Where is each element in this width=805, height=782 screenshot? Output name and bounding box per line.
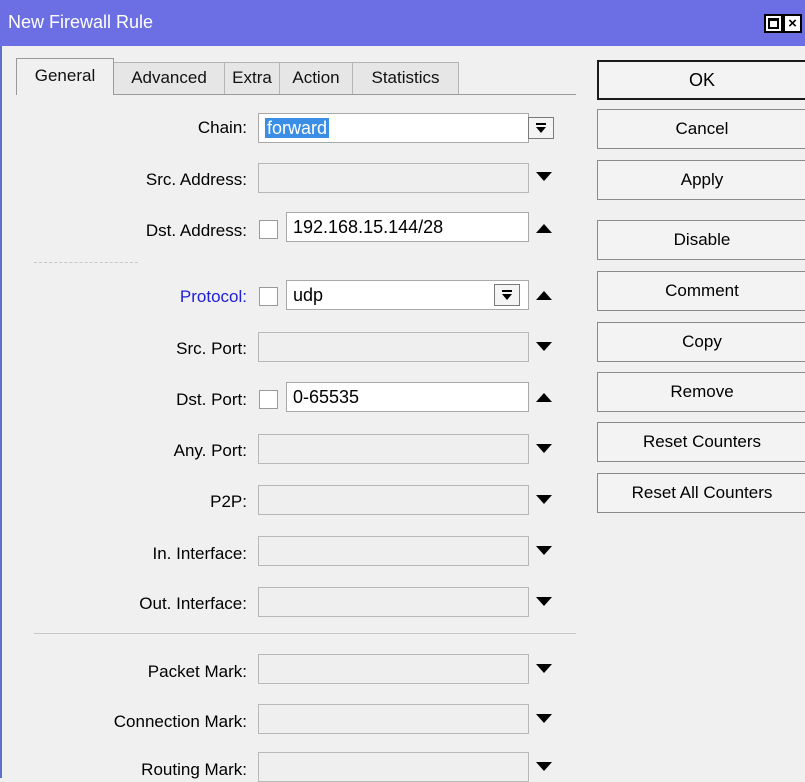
protocol-dropdown-icon[interactable] [494, 284, 520, 306]
cancel-button[interactable]: Cancel [597, 109, 805, 149]
connection-mark-label: Connection Mark: [113, 712, 247, 731]
protocol-label: Protocol: [179, 287, 247, 306]
tab-advanced[interactable]: Advanced [113, 62, 225, 94]
tab-extra[interactable]: Extra [224, 62, 280, 94]
copy-button[interactable]: Copy [597, 322, 805, 362]
remove-button[interactable]: Remove [597, 372, 805, 412]
reset-all-counters-button[interactable]: Reset All Counters [597, 473, 805, 513]
section-divider [34, 262, 138, 264]
packet-mark-expand-icon[interactable] [536, 664, 552, 673]
protocol-collapse-icon[interactable] [536, 291, 552, 300]
maximize-icon[interactable] [764, 14, 783, 33]
tab-action[interactable]: Action [279, 62, 353, 94]
src-port-label: Src. Port: [176, 339, 247, 358]
p2p-expand-icon[interactable] [536, 495, 552, 504]
src-port-field[interactable] [258, 332, 529, 362]
protocol-field[interactable]: udp [286, 280, 529, 310]
dst-port-label: Dst. Port: [176, 390, 247, 409]
dst-port-field[interactable]: 0-65535 [286, 382, 529, 412]
section-divider [34, 633, 576, 634]
dst-address-negate-checkbox[interactable] [259, 220, 278, 239]
routing-mark-label: Routing Mark: [141, 760, 247, 779]
disable-button[interactable]: Disable [597, 220, 805, 260]
packet-mark-label: Packet Mark: [147, 662, 247, 681]
close-icon[interactable]: × [783, 14, 802, 33]
p2p-label: P2P: [210, 492, 247, 511]
routing-mark-expand-icon[interactable] [536, 762, 552, 771]
any-port-expand-icon[interactable] [536, 444, 552, 453]
tab-general[interactable]: General [16, 58, 114, 95]
tab-statistics[interactable]: Statistics [352, 62, 459, 94]
p2p-field[interactable] [258, 485, 529, 515]
in-interface-expand-icon[interactable] [536, 546, 552, 555]
ok-button[interactable]: OK [597, 60, 805, 100]
protocol-negate-checkbox[interactable] [259, 287, 278, 306]
dst-address-field[interactable]: 192.168.15.144/28 [286, 212, 529, 242]
src-address-expand-icon[interactable] [536, 172, 552, 181]
window-border [0, 46, 2, 778]
in-interface-field[interactable] [258, 536, 529, 566]
src-address-field[interactable] [258, 163, 529, 193]
dst-address-label: Dst. Address: [145, 221, 247, 240]
any-port-label: Any. Port: [173, 441, 247, 460]
connection-mark-expand-icon[interactable] [536, 714, 552, 723]
chain-label: Chain: [197, 118, 247, 137]
out-interface-label: Out. Interface: [139, 594, 247, 613]
dst-port-collapse-icon[interactable] [536, 393, 552, 402]
title-bar: New Firewall Rule × [0, 0, 805, 46]
any-port-field[interactable] [258, 434, 529, 464]
dst-address-collapse-icon[interactable] [536, 224, 552, 233]
out-interface-expand-icon[interactable] [536, 597, 552, 606]
reset-counters-button[interactable]: Reset Counters [597, 422, 805, 462]
in-interface-label: In. Interface: [152, 544, 248, 563]
packet-mark-field[interactable] [258, 654, 529, 684]
connection-mark-field[interactable] [258, 704, 529, 734]
chain-field[interactable]: forward [258, 113, 529, 143]
window-title: New Firewall Rule [8, 12, 154, 32]
comment-button[interactable]: Comment [597, 271, 805, 311]
apply-button[interactable]: Apply [597, 160, 805, 200]
src-port-expand-icon[interactable] [536, 342, 552, 351]
chain-dropdown-icon[interactable] [528, 117, 554, 139]
dst-port-negate-checkbox[interactable] [259, 390, 278, 409]
src-address-label: Src. Address: [145, 170, 247, 189]
out-interface-field[interactable] [258, 587, 529, 617]
chain-value: forward [265, 118, 330, 138]
